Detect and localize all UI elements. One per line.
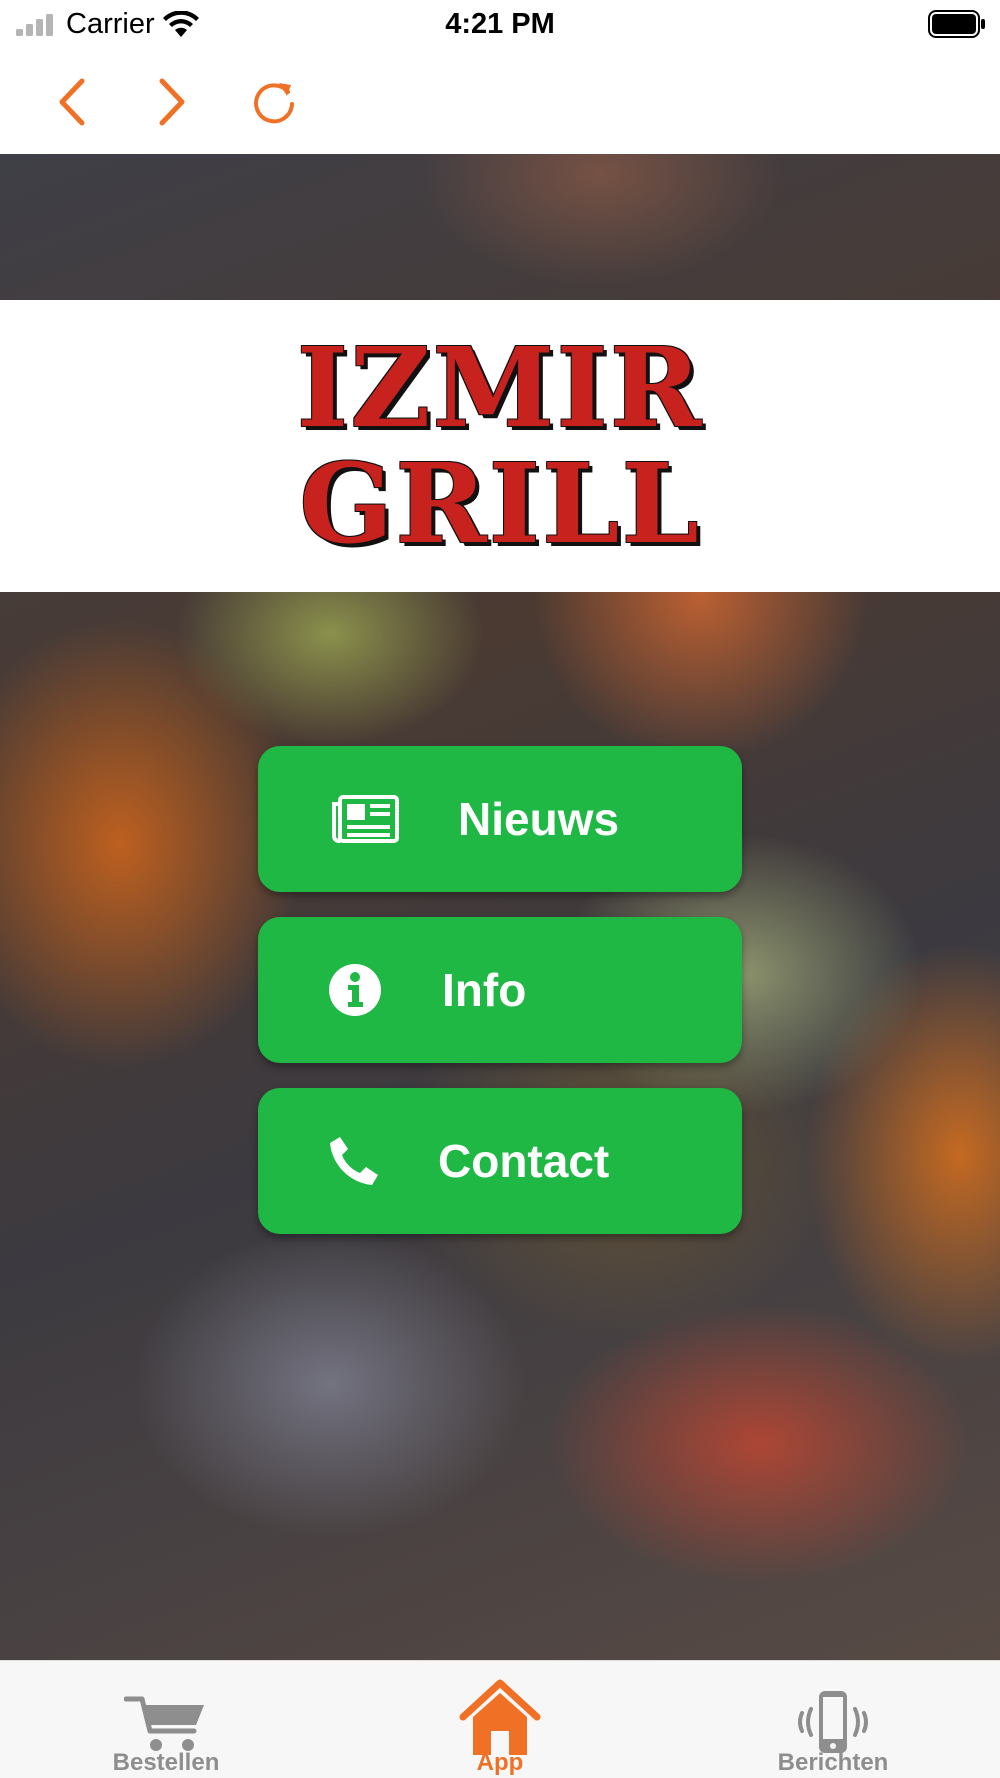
nieuws-button[interactable]: Nieuws — [258, 746, 742, 892]
reload-button[interactable] — [244, 72, 304, 132]
info-icon — [329, 964, 381, 1016]
logo-banner: IZMIR GRILL — [0, 300, 1000, 592]
logo-line-2: GRILL — [299, 439, 701, 568]
browser-toolbar — [0, 50, 1000, 154]
status-time: 4:21 PM — [445, 8, 555, 40]
tab-bestellen-label: Bestellen — [112, 1749, 220, 1776]
chevron-right-icon — [159, 78, 185, 126]
info-button[interactable]: Info — [258, 917, 742, 1063]
phone-icon — [330, 1137, 378, 1185]
contact-button[interactable]: Contact — [258, 1088, 742, 1234]
tab-berichten[interactable]: Berichten — [713, 1661, 953, 1778]
home-icon — [459, 1679, 541, 1755]
phone-vibrate-icon — [798, 1691, 868, 1753]
web-content: IZMIR GRILL Nieuws Info Contact — [0, 154, 1000, 1660]
logo-line-1: IZMIR — [296, 323, 704, 452]
tab-app[interactable]: App — [380, 1661, 620, 1778]
tab-bar: Bestellen App Berichten — [0, 1660, 1000, 1778]
tab-berichten-label: Berichten — [777, 1749, 889, 1776]
nieuws-label: Nieuws — [458, 793, 620, 845]
newspaper-icon — [332, 795, 399, 844]
info-label: Info — [442, 964, 527, 1016]
chevron-left-icon — [59, 78, 85, 126]
tab-app-label: App — [476, 1749, 524, 1776]
status-bar: Carrier 4:21 PM — [0, 0, 1000, 50]
battery-icon — [928, 10, 985, 38]
contact-label: Contact — [438, 1135, 610, 1187]
cart-icon — [124, 1696, 204, 1751]
tab-bestellen[interactable]: Bestellen — [46, 1661, 286, 1778]
forward-button[interactable] — [142, 72, 202, 132]
reload-icon — [254, 83, 294, 124]
back-button[interactable] — [42, 72, 102, 132]
